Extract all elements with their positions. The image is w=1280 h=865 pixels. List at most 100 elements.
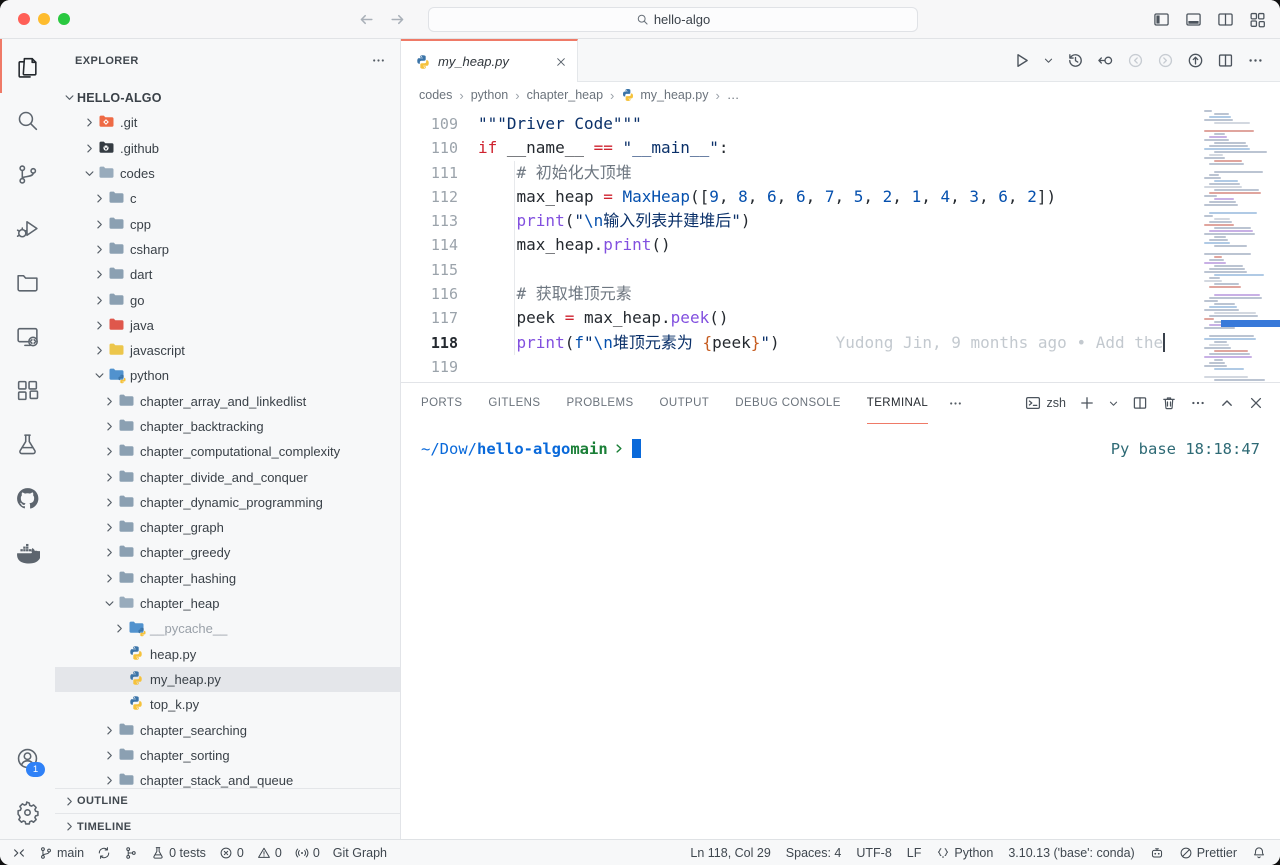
code-line-117[interactable]: 117 peek = max_heap.peek() <box>401 306 1196 330</box>
tree-item-hello-algo[interactable]: HELLO-ALGO <box>55 85 400 110</box>
status-sync-changes[interactable] <box>97 846 111 860</box>
breadcrumb-item[interactable]: python <box>471 88 509 102</box>
status-encoding[interactable]: UTF-8 <box>856 846 891 860</box>
tree-item-chapter_computational_complexity[interactable]: chapter_computational_complexity <box>55 439 400 464</box>
panel-tab-output[interactable]: OUTPUT <box>660 383 710 424</box>
close-panel-icon[interactable] <box>1248 395 1264 411</box>
more-icon[interactable] <box>948 396 963 411</box>
activity-item-remote-explorer[interactable] <box>0 309 55 363</box>
layout-grid-icon[interactable] <box>1249 11 1266 28</box>
caret-down-icon[interactable] <box>1043 55 1054 66</box>
tree-item-chapter_sorting[interactable]: chapter_sorting <box>55 743 400 768</box>
tree-item-chapter_array_and_linkedlist[interactable]: chapter_array_and_linkedlist <box>55 389 400 414</box>
panel-tab-problems[interactable]: PROBLEMS <box>566 383 633 424</box>
layout-sidebar-left-icon[interactable] <box>1153 11 1170 28</box>
activity-item-github[interactable] <box>0 471 55 525</box>
status-git-graph-label[interactable]: Git Graph <box>333 846 387 860</box>
code-line-109[interactable]: 109"""Driver Code""" <box>401 112 1196 136</box>
status-warnings[interactable]: 0 <box>257 846 282 860</box>
tree-item-chapter_searching[interactable]: chapter_searching <box>55 717 400 742</box>
forward-button[interactable] <box>389 11 406 28</box>
status-eol[interactable]: LF <box>907 846 922 860</box>
status-forwarded-ports[interactable]: 0 <box>295 846 320 860</box>
run-circle-icon[interactable] <box>1187 52 1204 69</box>
breadcrumb-item[interactable]: my_heap.py <box>621 88 708 102</box>
activity-item-docker[interactable] <box>0 525 55 579</box>
close-tab-icon[interactable] <box>555 56 567 68</box>
tree-item-python[interactable]: python <box>55 363 400 388</box>
activity-item-testing[interactable] <box>0 417 55 471</box>
command-center-search[interactable]: hello-algo <box>428 7 918 32</box>
tree-item-chapter_greedy[interactable]: chapter_greedy <box>55 540 400 565</box>
open-changes-icon[interactable] <box>1097 52 1114 69</box>
tree-item-go[interactable]: go <box>55 287 400 312</box>
status-indentation[interactable]: Spaces: 4 <box>786 846 842 860</box>
tree-item-chapter_backtracking[interactable]: chapter_backtracking <box>55 414 400 439</box>
tree-item-my_heap.py[interactable]: my_heap.py <box>55 667 400 692</box>
status-python-interpreter[interactable]: 3.10.13 ('base': conda) <box>1008 846 1134 860</box>
breadcrumb-item[interactable]: chapter_heap <box>527 88 603 102</box>
status-cursor-position[interactable]: Ln 118, Col 29 <box>690 846 770 860</box>
status-copilot[interactable] <box>1150 846 1164 860</box>
tree-item-chapter_graph[interactable]: chapter_graph <box>55 515 400 540</box>
tree-item-codes[interactable]: codes <box>55 161 400 186</box>
layout-columns-icon[interactable] <box>1217 11 1234 28</box>
status-notifications[interactable] <box>1252 846 1266 860</box>
tree-item-cpp[interactable]: cpp <box>55 211 400 236</box>
code-line-118[interactable]: 118 print(f"\n堆顶元素为 {peek}")Yudong Jin, … <box>401 331 1196 355</box>
status-remote-indicator[interactable] <box>12 846 26 860</box>
timeline-section[interactable]: TIMELINE <box>55 813 400 839</box>
minimize-window-button[interactable] <box>38 13 50 25</box>
shell-label[interactable]: zsh <box>1047 396 1066 410</box>
more-icon[interactable] <box>1247 52 1264 69</box>
code-line-111[interactable]: 111 # 初始化大顶堆 <box>401 161 1196 185</box>
activity-item-source-control[interactable] <box>0 147 55 201</box>
tree-item-top_k.py[interactable]: top_k.py <box>55 692 400 717</box>
breadcrumb-item[interactable]: codes <box>419 88 452 102</box>
tree-item-chapter_heap[interactable]: chapter_heap <box>55 591 400 616</box>
explorer-more-actions-icon[interactable] <box>371 53 386 68</box>
close-window-button[interactable] <box>18 13 30 25</box>
layout-panel-icon[interactable] <box>1185 11 1202 28</box>
tree-item-chapter_divide_and_conquer[interactable]: chapter_divide_and_conquer <box>55 464 400 489</box>
code-line-110[interactable]: 110if __name__ == "__main__": <box>401 136 1196 160</box>
terminal-profile-dropdown-icon[interactable] <box>1108 398 1119 409</box>
zoom-window-button[interactable] <box>58 13 70 25</box>
code-line-113[interactable]: 113 print("\n输入列表并建堆后") <box>401 209 1196 233</box>
code-editor[interactable]: 109"""Driver Code"""110if __name__ == "_… <box>401 108 1280 382</box>
tree-item-dart[interactable]: dart <box>55 262 400 287</box>
tree-item-java[interactable]: java <box>55 313 400 338</box>
panel-more-actions-icon[interactable] <box>1190 395 1206 411</box>
activity-item-folder[interactable] <box>0 255 55 309</box>
tab-my-heap[interactable]: my_heap.py <box>401 39 578 82</box>
activity-item-run-debug[interactable] <box>0 201 55 255</box>
split-terminal-icon[interactable] <box>1132 395 1148 411</box>
code-line-115[interactable]: 115 <box>401 258 1196 282</box>
code-line-114[interactable]: 114 max_heap.print() <box>401 233 1196 257</box>
activity-item-search[interactable] <box>0 93 55 147</box>
code-line-119[interactable]: 119 <box>401 355 1196 379</box>
tree-item-chapter_dynamic_programming[interactable]: chapter_dynamic_programming <box>55 490 400 515</box>
panel-tab-ports[interactable]: PORTS <box>421 383 462 424</box>
tree-item-javascript[interactable]: javascript <box>55 338 400 363</box>
history-icon[interactable] <box>1067 52 1084 69</box>
minimap[interactable] <box>1196 108 1280 382</box>
tree-item-chapter_stack_and_queue[interactable]: chapter_stack_and_queue <box>55 768 400 788</box>
outline-section[interactable]: OUTLINE <box>55 788 400 814</box>
tree-item-heap.py[interactable]: heap.py <box>55 642 400 667</box>
status-errors[interactable]: 0 <box>219 846 244 860</box>
activity-item-settings[interactable] <box>0 785 55 839</box>
panel-tab-terminal[interactable]: TERMINAL <box>867 383 928 424</box>
split-icon[interactable] <box>1217 52 1234 69</box>
back-button[interactable] <box>358 11 375 28</box>
new-terminal-icon[interactable] <box>1079 395 1095 411</box>
maximize-panel-icon[interactable] <box>1219 395 1235 411</box>
status-git-graph-button[interactable] <box>124 846 138 860</box>
activity-item-files[interactable] <box>0 39 55 93</box>
status-prettier[interactable]: Prettier <box>1179 846 1237 860</box>
tree-item-csharp[interactable]: csharp <box>55 237 400 262</box>
code-line-116[interactable]: 116 # 获取堆顶元素 <box>401 282 1196 306</box>
activity-item-accounts[interactable]: 1 <box>0 731 55 785</box>
code-line-112[interactable]: 112 max_heap = MaxHeap([9, 8, 6, 6, 7, 5… <box>401 185 1196 209</box>
activity-item-extensions[interactable] <box>0 363 55 417</box>
